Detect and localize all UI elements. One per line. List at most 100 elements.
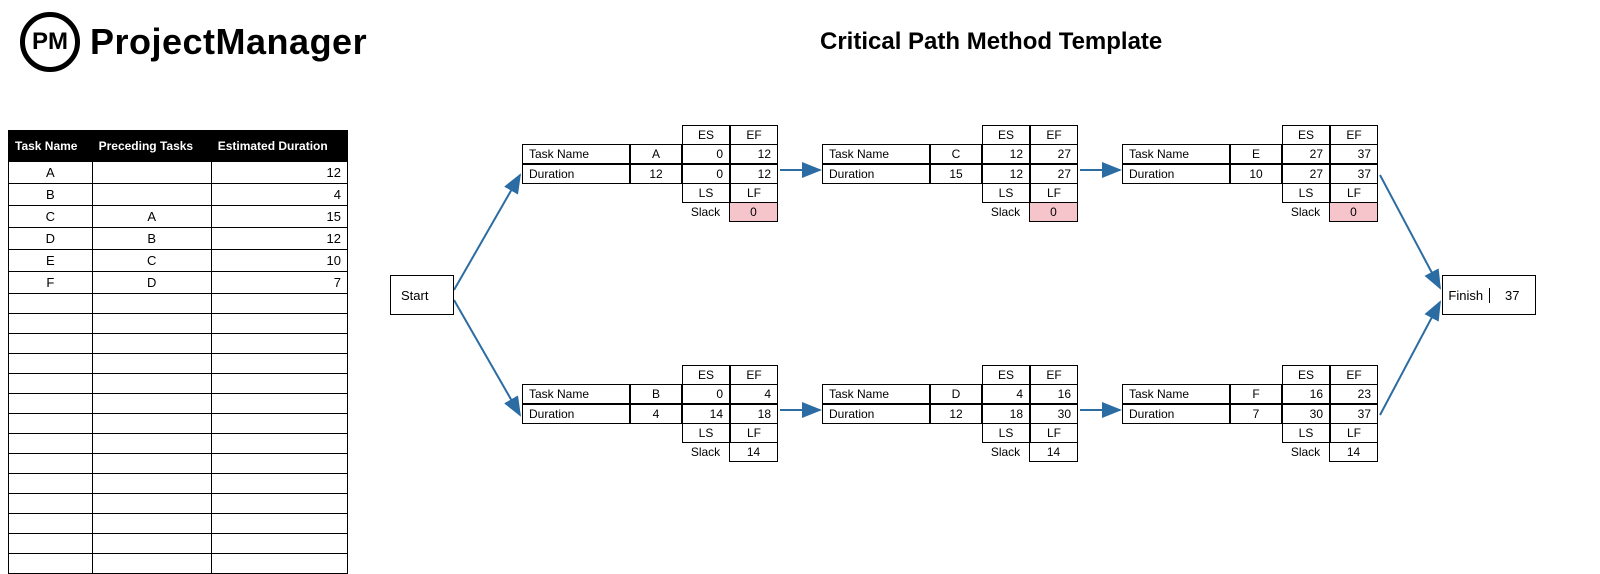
- cell-preceding: [92, 184, 211, 206]
- table-row-empty: [9, 294, 348, 314]
- cell-duration: 7: [211, 272, 347, 294]
- cell-preceding: [92, 162, 211, 184]
- ef-value: 4: [730, 384, 778, 404]
- node-ls-lf-header: LSLF: [1282, 184, 1378, 203]
- ls-value: 12: [982, 164, 1030, 184]
- duration-label: Duration: [822, 404, 930, 424]
- table-row-empty: [9, 554, 348, 574]
- duration-value: 12: [930, 404, 982, 424]
- node-d: ESEFTask NameD416Duration121830LSLFSlack…: [822, 365, 1078, 462]
- ls-value: 0: [682, 164, 730, 184]
- es-label: ES: [1282, 365, 1330, 384]
- slack-row: Slack14: [1282, 443, 1378, 462]
- task-name-label: Task Name: [1122, 384, 1230, 404]
- slack-label: Slack: [1282, 443, 1329, 462]
- table-row: CA15: [9, 206, 348, 228]
- table-row-empty: [9, 374, 348, 394]
- node-f: ESEFTask NameF1623Duration73037LSLFSlack…: [1122, 365, 1378, 462]
- table-row-empty: [9, 434, 348, 454]
- task-name-label: Task Name: [822, 384, 930, 404]
- lf-label: LF: [1030, 424, 1078, 443]
- lf-value: 18: [730, 404, 778, 424]
- logo-text: PM: [32, 28, 68, 56]
- es-value: 27: [1282, 144, 1330, 164]
- cell-duration: 15: [211, 206, 347, 228]
- es-label: ES: [982, 365, 1030, 384]
- lf-label: LF: [730, 424, 778, 443]
- table-row: DB12: [9, 228, 348, 250]
- duration-value: 12: [630, 164, 682, 184]
- es-label: ES: [682, 125, 730, 144]
- table-row-empty: [9, 354, 348, 374]
- node-es-ef-header: ESEF: [982, 365, 1078, 384]
- slack-label: Slack: [982, 203, 1029, 222]
- lf-label: LF: [1030, 184, 1078, 203]
- task-name-value: A: [630, 144, 682, 164]
- finish-label: Finish: [1443, 288, 1490, 303]
- task-name-label: Task Name: [822, 144, 930, 164]
- cell-duration: 12: [211, 228, 347, 250]
- duration-label: Duration: [822, 164, 930, 184]
- es-label: ES: [682, 365, 730, 384]
- node-b: ESEFTask NameB04Duration41418LSLFSlack14: [522, 365, 778, 462]
- node-es-ef-header: ESEF: [682, 365, 778, 384]
- task-name-label: Task Name: [1122, 144, 1230, 164]
- ls-value: 14: [682, 404, 730, 424]
- node-ls-lf-header: LSLF: [982, 424, 1078, 443]
- node-ls-lf-header: LSLF: [682, 424, 778, 443]
- slack-value: 0: [1329, 203, 1378, 222]
- es-value: 4: [982, 384, 1030, 404]
- task-name-value: C: [930, 144, 982, 164]
- slack-row: Slack0: [982, 203, 1078, 222]
- start-node: Start: [390, 275, 454, 315]
- table-row: FD7: [9, 272, 348, 294]
- ef-label: EF: [1330, 125, 1378, 144]
- ls-label: LS: [982, 424, 1030, 443]
- cell-preceding: B: [92, 228, 211, 250]
- table-row: A12: [9, 162, 348, 184]
- duration-value: 15: [930, 164, 982, 184]
- cell-task-name: D: [9, 228, 93, 250]
- lf-value: 30: [1030, 404, 1078, 424]
- es-value: 16: [1282, 384, 1330, 404]
- lf-value: 37: [1330, 404, 1378, 424]
- table-row: EC10: [9, 250, 348, 272]
- task-name-label: Task Name: [522, 144, 630, 164]
- finish-node: Finish 37: [1442, 275, 1536, 315]
- cell-preceding: C: [92, 250, 211, 272]
- es-value: 12: [982, 144, 1030, 164]
- slack-row: Slack14: [982, 443, 1078, 462]
- slack-row: Slack14: [682, 443, 778, 462]
- node-e: ESEFTask NameE2737Duration102737LSLFSlac…: [1122, 125, 1378, 222]
- slack-label: Slack: [682, 203, 729, 222]
- cell-task-name: B: [9, 184, 93, 206]
- node-es-ef-header: ESEF: [682, 125, 778, 144]
- lf-label: LF: [1330, 424, 1378, 443]
- cell-duration: 10: [211, 250, 347, 272]
- node-ls-lf-header: LSLF: [982, 184, 1078, 203]
- cell-task-name: C: [9, 206, 93, 228]
- duration-label: Duration: [522, 164, 630, 184]
- lf-value: 37: [1330, 164, 1378, 184]
- table-row-empty: [9, 494, 348, 514]
- slack-label: Slack: [1282, 203, 1329, 222]
- lf-value: 27: [1030, 164, 1078, 184]
- duration-label: Duration: [522, 404, 630, 424]
- slack-value: 0: [729, 203, 778, 222]
- cell-preceding: A: [92, 206, 211, 228]
- ls-value: 27: [1282, 164, 1330, 184]
- ef-value: 23: [1330, 384, 1378, 404]
- table-row: B4: [9, 184, 348, 206]
- ef-label: EF: [1030, 125, 1078, 144]
- node-c: ESEFTask NameC1227Duration151227LSLFSlac…: [822, 125, 1078, 222]
- table-row-empty: [9, 394, 348, 414]
- cell-preceding: D: [92, 272, 211, 294]
- ls-label: LS: [1282, 184, 1330, 203]
- task-table: Task Name Preceding Tasks Estimated Dura…: [8, 130, 348, 574]
- slack-label: Slack: [682, 443, 729, 462]
- col-duration: Estimated Duration: [211, 131, 347, 162]
- table-row-empty: [9, 454, 348, 474]
- node-es-ef-header: ESEF: [1282, 125, 1378, 144]
- ef-label: EF: [1030, 365, 1078, 384]
- page-title: Critical Path Method Template: [820, 28, 1162, 56]
